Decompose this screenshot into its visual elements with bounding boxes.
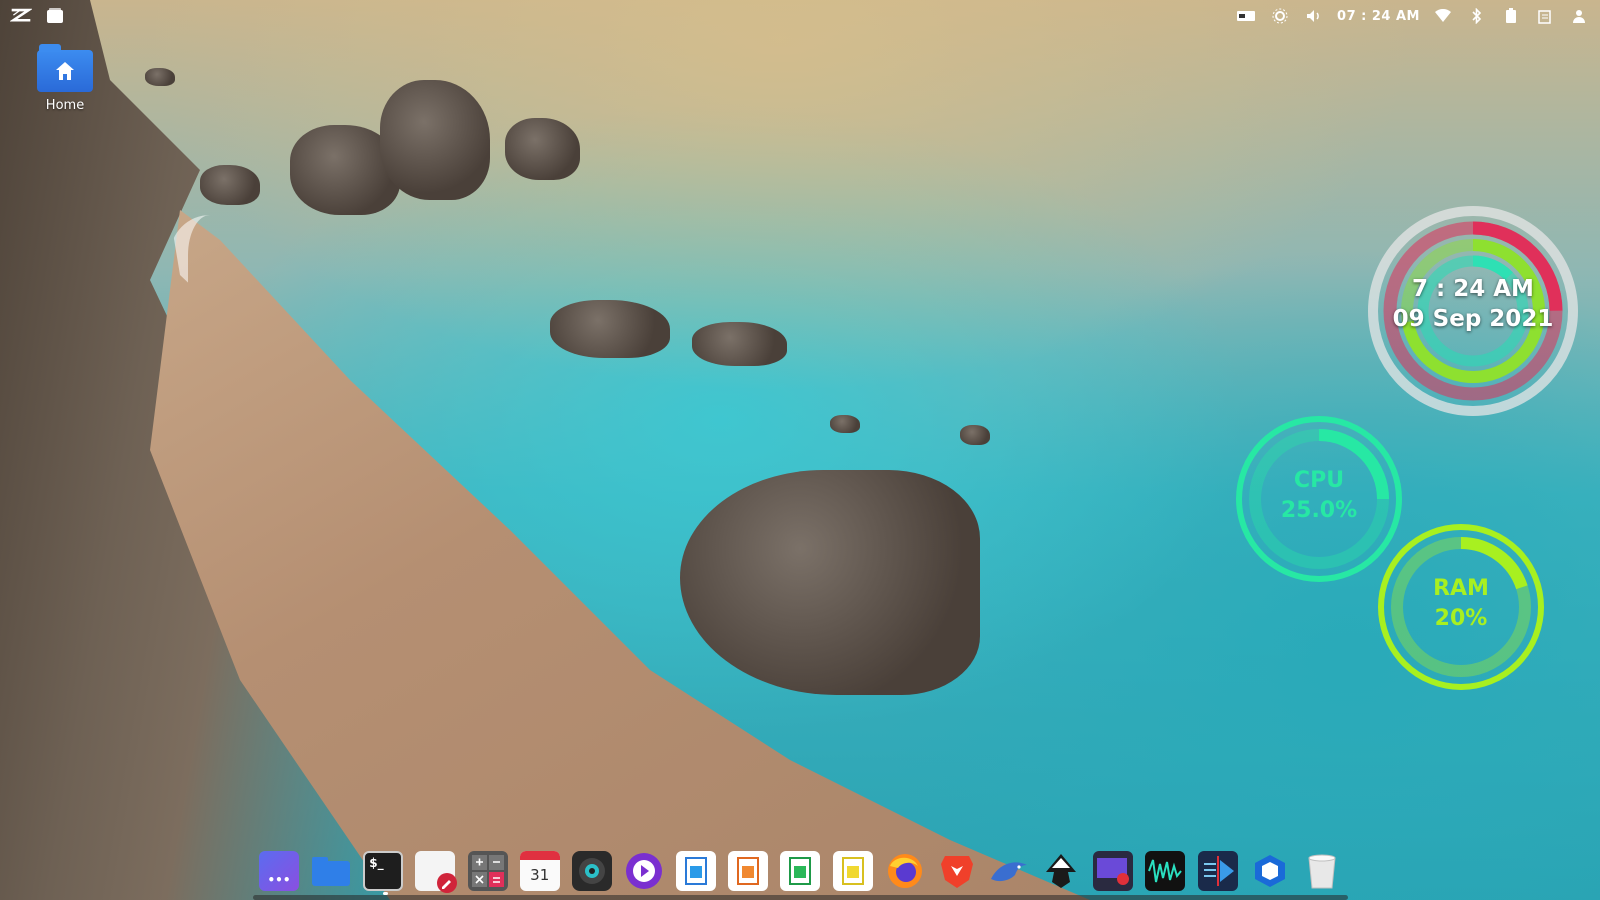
wallpaper-rock	[680, 470, 980, 695]
dock-firefox[interactable]	[885, 851, 925, 891]
wallpaper-rock	[830, 415, 860, 433]
clipboard-icon[interactable]	[1534, 5, 1556, 27]
dock-video-editor[interactable]	[1197, 851, 1238, 891]
dock: ••• $_ 31	[253, 842, 1348, 900]
document-icon	[685, 857, 708, 885]
desktop-home-label: Home	[45, 98, 85, 113]
dock-office-writer[interactable]	[676, 851, 717, 891]
wallpaper-rock	[505, 118, 580, 180]
running-indicator	[383, 892, 389, 895]
widget-clock-date: 09 Sep 2021	[1392, 306, 1554, 332]
widget-clock-time: 7 : 24 AM	[1412, 276, 1534, 302]
dock-calendar[interactable]: 31	[519, 851, 560, 891]
dock-disk-utility[interactable]	[571, 851, 612, 891]
wallpaper-rock	[380, 80, 490, 200]
dock-text-editor[interactable]	[415, 851, 458, 893]
screen-recorder-icon	[1097, 858, 1130, 885]
bluetooth-icon[interactable]	[1466, 5, 1488, 27]
folder-icon	[37, 44, 93, 92]
ram-label: RAM	[1433, 576, 1489, 601]
disk-icon	[578, 858, 605, 884]
dock-audio-editor[interactable]	[1145, 851, 1186, 891]
keyboard-layout-icon[interactable]	[1235, 5, 1257, 27]
spreadsheet-icon	[789, 857, 812, 885]
battery-icon[interactable]	[1500, 5, 1522, 27]
cpu-label: CPU	[1293, 468, 1345, 493]
presentation-icon	[737, 857, 760, 885]
dock-inkscape[interactable]	[1041, 851, 1081, 891]
dock-office-spreadsheet[interactable]	[780, 851, 821, 891]
panel-clock[interactable]: 07 : 24 AM	[1337, 9, 1420, 24]
waveform-icon	[1148, 859, 1183, 883]
dock-office-presentation[interactable]	[728, 851, 769, 891]
folder-icon	[312, 857, 351, 886]
calculator-icon	[471, 855, 504, 887]
wallpaper-rock	[692, 322, 787, 366]
dock-brave[interactable]	[937, 851, 977, 891]
firefox-icon	[887, 854, 922, 888]
dock-calculator[interactable]	[467, 851, 508, 891]
dock-kdenlive[interactable]	[989, 851, 1029, 891]
virtualbox-icon	[1254, 855, 1285, 887]
app-grid-icon: •••	[267, 873, 291, 887]
home-icon	[56, 62, 74, 80]
calendar-icon: 31	[530, 866, 550, 884]
calendar-header	[519, 851, 560, 860]
window-overview-icon[interactable]	[44, 5, 66, 27]
user-icon[interactable]	[1568, 5, 1590, 27]
volume-icon[interactable]	[1303, 5, 1325, 27]
zorin-menu-icon[interactable]	[10, 5, 32, 27]
wallpaper-rock	[550, 300, 670, 358]
video-editor-icon	[1203, 856, 1234, 886]
conky-ram-widget: RAM 20%	[1376, 522, 1546, 692]
wallpaper-rock	[960, 425, 990, 445]
brightness-icon[interactable]	[1269, 5, 1291, 27]
desktop-home-folder[interactable]: Home	[34, 44, 96, 113]
dock-office-notes[interactable]	[832, 851, 873, 891]
dock-app-launcher[interactable]: •••	[259, 851, 299, 891]
dock-terminal[interactable]: $_	[363, 851, 404, 895]
terminal-icon: $_	[369, 856, 384, 870]
wallpaper-rock	[200, 165, 260, 205]
wifi-icon[interactable]	[1432, 5, 1454, 27]
trash-icon	[1308, 854, 1336, 889]
media-player-icon	[625, 853, 662, 889]
dolphin-icon	[990, 862, 1027, 882]
ram-value: 20%	[1434, 606, 1488, 631]
wallpaper-rock	[145, 68, 175, 86]
dock-virtualbox[interactable]	[1250, 851, 1290, 891]
dock-media-player[interactable]	[624, 851, 664, 891]
dock-trash[interactable]	[1302, 851, 1342, 891]
inkscape-icon	[1046, 854, 1077, 888]
dock-file-manager[interactable]	[311, 851, 351, 891]
dock-screen-recorder[interactable]	[1093, 851, 1134, 891]
text-editor-icon	[437, 873, 458, 893]
top-panel: 07 : 24 AM	[0, 0, 1600, 32]
brave-icon	[940, 856, 973, 888]
conky-clock-widget: 7 : 24 AM 09 Sep 2021	[1366, 204, 1580, 418]
notes-icon	[841, 857, 864, 885]
